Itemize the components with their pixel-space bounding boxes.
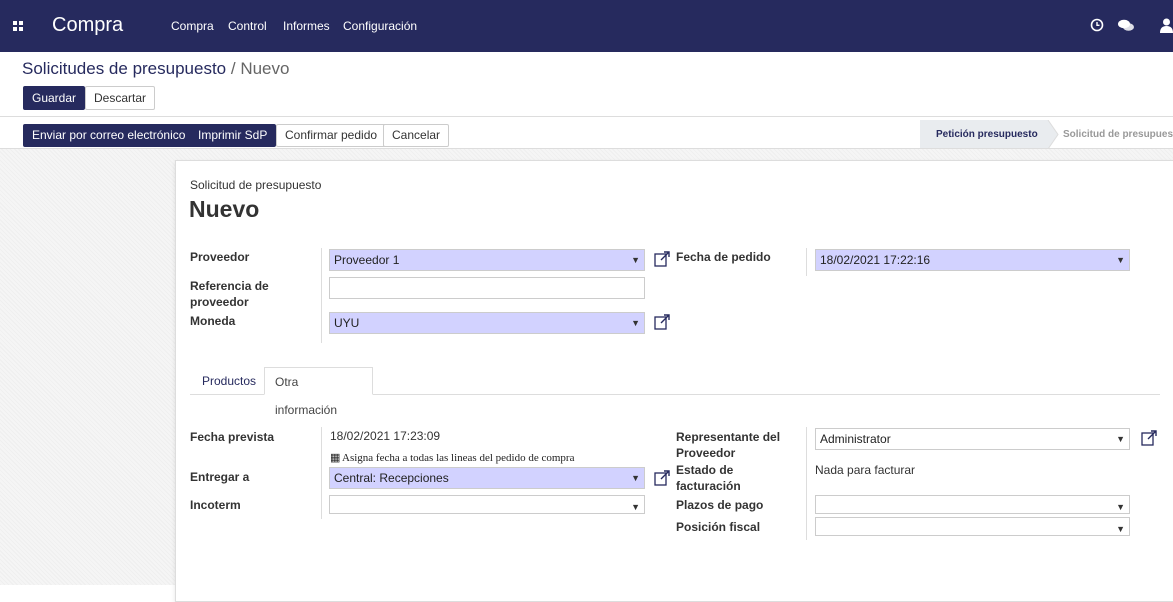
chat-icon[interactable]: [1117, 19, 1135, 32]
fecha-pedido-label: Fecha de pedido: [676, 250, 771, 264]
divider: [806, 427, 807, 540]
form-title: Nuevo: [189, 196, 260, 222]
incoterm-label: Incoterm: [190, 498, 241, 512]
external-link-icon[interactable]: [654, 251, 670, 267]
tab-otra-informacion[interactable]: Otra información: [264, 367, 373, 417]
breadcrumb-separator: /: [226, 59, 241, 78]
posicion-fiscal-label: Posición fiscal: [676, 520, 761, 534]
asigna-fecha-note[interactable]: Asigna fecha a todas las lineas del pedi…: [342, 452, 574, 464]
menu-control[interactable]: Control: [228, 19, 267, 33]
moneda-select[interactable]: UYU ▼: [329, 312, 645, 334]
chevron-down-icon: ▼: [1116, 255, 1125, 265]
apps-menu-icon[interactable]: [13, 21, 23, 31]
referencia-label: Referencia de proveedor: [190, 278, 269, 310]
referencia-label-line2: proveedor: [190, 295, 249, 309]
clock-icon[interactable]: [1090, 18, 1104, 32]
fecha-pedido-value: 18/02/2021 17:22:16: [820, 253, 931, 267]
fecha-pedido-input[interactable]: 18/02/2021 17:22:16 ▼: [815, 249, 1130, 271]
plazos-pago-select[interactable]: ▼: [815, 495, 1130, 514]
stage-solicitud-presupuesto[interactable]: Solicitud de presupuesto: [1063, 122, 1173, 148]
estado-label-line2: facturación: [676, 479, 741, 493]
representante-value: Administrator: [820, 432, 891, 446]
print-rfq-button[interactable]: Imprimir SdP: [189, 124, 277, 147]
divider: [321, 427, 322, 519]
menu-compra[interactable]: Compra: [171, 19, 214, 33]
form-subtitle: Solicitud de presupuesto: [190, 178, 322, 192]
external-link-icon[interactable]: [654, 470, 670, 486]
send-email-button[interactable]: Enviar por correo electrónico: [23, 124, 195, 147]
chevron-down-icon: ▼: [1116, 502, 1125, 512]
chevron-down-icon: ▼: [631, 318, 640, 328]
cancel-button[interactable]: Cancelar: [383, 124, 450, 147]
breadcrumb-parent-link[interactable]: Solicitudes de presupuesto: [22, 59, 226, 78]
fecha-prevista-label: Fecha prevista: [190, 430, 275, 444]
save-button[interactable]: Guardar: [23, 86, 86, 110]
representante-label-line1: Representante del: [676, 430, 781, 444]
posicion-fiscal-select[interactable]: ▼: [815, 517, 1130, 536]
user-icon[interactable]: [1160, 18, 1173, 33]
calendar-icon: ▦: [330, 452, 341, 464]
moneda-value: UYU: [334, 316, 360, 330]
estado-label-line1: Estado de: [676, 463, 734, 477]
breadcrumb-current: Nuevo: [240, 59, 290, 78]
chevron-down-icon: ▼: [1116, 434, 1125, 444]
entregar-label: Entregar a: [190, 470, 250, 484]
menu-configuracion[interactable]: Configuración: [343, 19, 417, 33]
referencia-proveedor-input[interactable]: [329, 277, 645, 299]
chevron-down-icon: ▼: [631, 255, 640, 265]
top-navbar: Compra Compra Control Informes Configura…: [0, 0, 1173, 52]
external-link-icon[interactable]: [1141, 430, 1157, 446]
entregar-value: Central: Recepciones: [334, 471, 449, 485]
fecha-prevista-value[interactable]: 18/02/2021 17:23:09: [330, 429, 440, 443]
moneda-label: Moneda: [190, 314, 236, 328]
menu-informes[interactable]: Informes: [283, 19, 330, 33]
tab-productos[interactable]: Productos: [192, 367, 266, 395]
divider: [806, 248, 807, 276]
proveedor-value: Proveedor 1: [334, 253, 400, 267]
divider: [0, 116, 1173, 117]
divider: [321, 248, 322, 343]
chevron-down-icon: ▼: [631, 473, 640, 483]
referencia-label-line1: Referencia de: [190, 279, 269, 293]
incoterm-select[interactable]: ▼: [329, 495, 645, 514]
representante-label-line2: Proveedor: [676, 446, 736, 460]
proveedor-label: Proveedor: [190, 250, 250, 264]
proveedor-select[interactable]: Proveedor 1 ▼: [329, 249, 645, 271]
representante-label: Representante del Proveedor: [676, 429, 780, 461]
entregar-select[interactable]: Central: Recepciones ▼: [329, 467, 645, 489]
representante-select[interactable]: Administrator ▼: [815, 428, 1130, 450]
external-link-icon[interactable]: [654, 314, 670, 330]
plazos-pago-label: Plazos de pago: [676, 498, 764, 512]
estado-facturacion-label: Estado de facturación: [676, 462, 741, 494]
estado-facturacion-value: Nada para facturar: [815, 463, 916, 477]
chevron-down-icon: ▼: [1116, 524, 1125, 534]
breadcrumb: Solicitudes de presupuesto / Nuevo: [22, 59, 289, 79]
stage-peticion-presupuesto[interactable]: Petición presupuesto: [936, 122, 1038, 148]
chevron-down-icon: ▼: [631, 502, 640, 512]
app-brand: Compra: [52, 14, 124, 36]
confirm-order-button[interactable]: Confirmar pedido: [276, 124, 387, 147]
discard-button[interactable]: Descartar: [85, 86, 156, 110]
